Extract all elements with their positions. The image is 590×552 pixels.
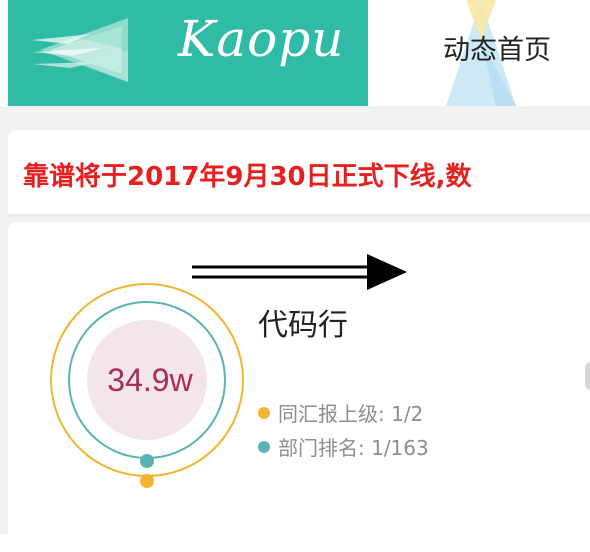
legend-label: 同汇报上级: 1/2 [278,402,424,426]
nav-home-link[interactable]: 动态首页 [443,28,551,67]
legend-dot-orange [258,406,270,419]
legend-dot-teal [258,440,270,453]
notice-banner: 靠谱将于2017年9月30日正式下线,数 [8,130,590,217]
inner-ring-dot [140,454,154,468]
legend-label: 部门排名: 1/163 [278,436,429,460]
logo-text: Kaopu [178,10,345,68]
outer-ring-dot [140,474,154,488]
next-card-edge [585,362,590,390]
layered-arrow-logo-icon [32,18,128,82]
logo-banner[interactable]: Kaopu [8,0,368,106]
legend-item-superior-rank: 同汇报上级: 1/2 [258,398,423,427]
stat-title: 代码行 [258,308,348,343]
legend-item-department-rank: 部门排名: 1/163 [258,432,429,461]
top-header: Kaopu 动态首页 [0,0,590,106]
notice-text: 靠谱将于2017年9月30日正式下线,数 [23,162,472,192]
stat-value: 34.9w [107,362,193,398]
